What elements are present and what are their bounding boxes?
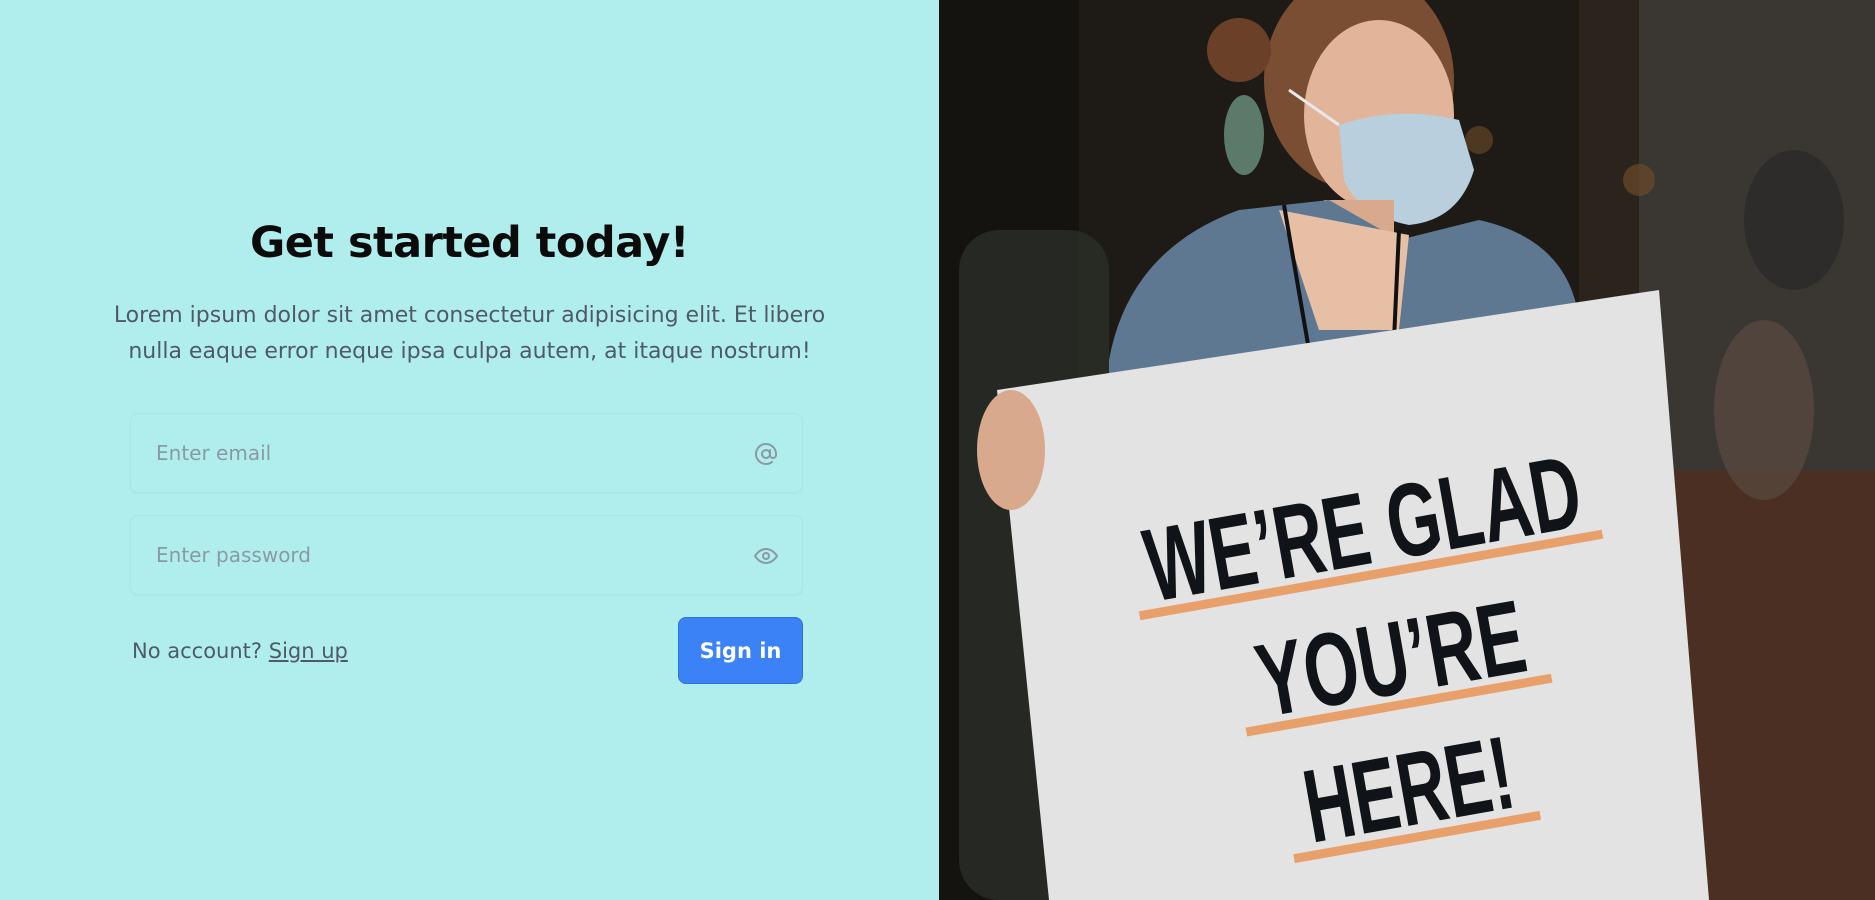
signup-link[interactable]: Sign up xyxy=(269,639,348,663)
signin-button[interactable]: Sign in xyxy=(678,617,803,684)
page-subtitle: Lorem ipsum dolor sit amet consectetur a… xyxy=(113,303,826,364)
form-panel: Get started today! Lorem ipsum dolor sit… xyxy=(0,0,939,900)
eye-icon[interactable] xyxy=(754,544,778,568)
email-field[interactable] xyxy=(130,413,803,493)
page-title: Get started today! xyxy=(249,218,690,268)
no-account-text: No account? Sign up xyxy=(132,639,348,663)
photo-illustration: WE’RE GLAD YOU’RE HERE! xyxy=(939,0,1875,900)
form-actions: No account? Sign up Sign in xyxy=(130,617,803,685)
password-input[interactable] xyxy=(131,516,802,594)
at-icon xyxy=(754,442,778,466)
email-input[interactable] xyxy=(131,414,802,492)
password-field[interactable] xyxy=(130,515,803,595)
no-account-label: No account? xyxy=(132,639,263,663)
hero-photo: WE’RE GLAD YOU’RE HERE! xyxy=(939,0,1875,900)
